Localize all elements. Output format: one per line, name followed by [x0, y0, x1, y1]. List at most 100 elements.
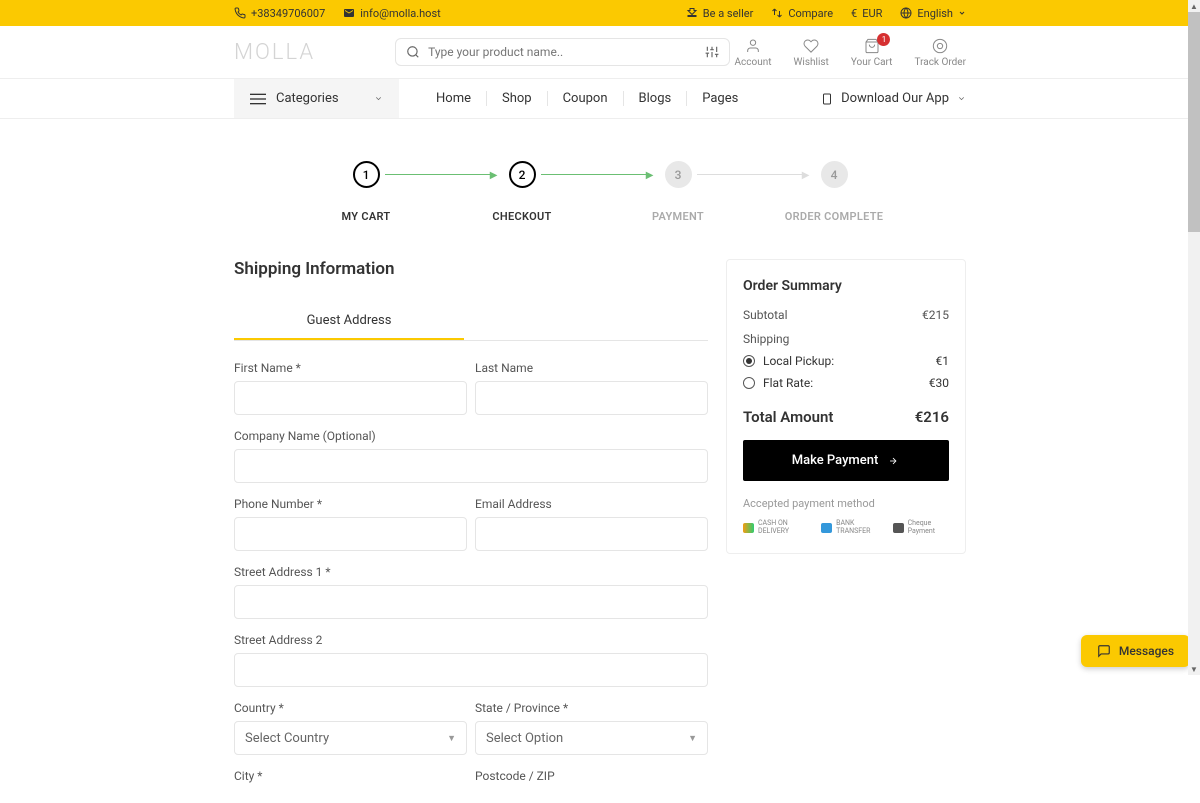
shipping-title: Shipping Information	[234, 259, 708, 279]
cart-link[interactable]: 1 Your Cart	[851, 37, 893, 68]
compare-icon	[771, 7, 783, 19]
state-select[interactable]: Select Option ▼	[475, 721, 708, 755]
scroll-up-icon[interactable]: ▲	[1188, 0, 1200, 12]
email-link[interactable]: info@molla.host	[343, 7, 441, 20]
order-summary: Order Summary Subtotal €215 Shipping Loc…	[726, 259, 966, 554]
chevron-down-icon	[957, 94, 966, 103]
mail-icon	[343, 7, 355, 19]
step-connector	[541, 174, 651, 175]
search-box[interactable]	[395, 38, 730, 66]
chat-icon	[1097, 644, 1111, 658]
street1-label: Street Address 1 *	[234, 565, 708, 579]
messages-button[interactable]: Messages	[1081, 635, 1190, 667]
arrow-icon: ▶	[802, 170, 810, 181]
scrollbar[interactable]: ▲ ▼	[1188, 0, 1200, 675]
company-input[interactable]	[234, 449, 708, 483]
option-label: Flat Rate:	[763, 376, 813, 390]
nav-coupon[interactable]: Coupon	[548, 91, 624, 106]
option-value: €30	[929, 376, 949, 390]
pm-label: Cheque Payment	[908, 520, 949, 535]
email-input[interactable]	[475, 517, 708, 551]
wishlist-label: Wishlist	[794, 57, 829, 68]
shipping-label: Shipping	[743, 332, 789, 346]
nav-blogs[interactable]: Blogs	[624, 91, 688, 106]
shipping-local-pickup[interactable]: Local Pickup: €1	[743, 350, 949, 372]
country-value: Select Country	[245, 731, 329, 746]
email-text: info@molla.host	[360, 7, 441, 20]
country-label: Country *	[234, 701, 467, 715]
street1-input[interactable]	[234, 585, 708, 619]
caret-down-icon: ▼	[447, 733, 456, 744]
summary-title: Order Summary	[743, 278, 949, 294]
cart-label: Your Cart	[851, 57, 893, 68]
categories-dropdown[interactable]: Categories	[234, 79, 399, 118]
scroll-down-icon[interactable]: ▼	[1188, 663, 1200, 675]
arrow-icon: ▶	[490, 170, 498, 181]
scroll-thumb[interactable]	[1188, 12, 1200, 232]
categories-label: Categories	[276, 91, 339, 106]
nav-pages[interactable]: Pages	[687, 91, 753, 106]
step-label: PAYMENT	[652, 210, 704, 223]
track-order-link[interactable]: Track Order	[914, 37, 966, 68]
phone-label: Phone Number *	[234, 497, 467, 511]
search-input[interactable]	[428, 45, 697, 59]
payment-cheque: Cheque Payment	[893, 520, 949, 535]
download-label: Download Our App	[841, 91, 949, 106]
step-label: ORDER COMPLETE	[785, 210, 884, 223]
logo-text: MOLLA	[234, 40, 315, 65]
account-link[interactable]: Account	[735, 37, 772, 68]
nav-home[interactable]: Home	[421, 91, 487, 106]
payment-methods: CASH ON DELIVERY BANK TRANSFER Cheque Pa…	[743, 520, 949, 535]
first-name-input[interactable]	[234, 381, 467, 415]
phone-link[interactable]: +38349706007	[234, 7, 325, 20]
nav-shop[interactable]: Shop	[487, 91, 548, 106]
step-label: CHECKOUT	[492, 210, 551, 223]
download-app-link[interactable]: Download Our App	[821, 91, 966, 107]
step-number: 2	[509, 161, 536, 188]
user-icon	[745, 38, 761, 54]
wishlist-link[interactable]: Wishlist	[794, 37, 829, 68]
street2-input[interactable]	[234, 653, 708, 687]
accepted-label: Accepted payment method	[743, 497, 949, 510]
search-icon	[406, 45, 420, 59]
be-seller-text: Be a seller	[703, 7, 754, 20]
step-label: MY CART	[341, 210, 390, 223]
phone-text: +38349706007	[251, 7, 325, 20]
phone-input[interactable]	[234, 517, 467, 551]
language-text: English	[917, 7, 953, 20]
track-icon	[932, 38, 948, 54]
globe-icon	[900, 7, 912, 19]
cart-badge: 1	[877, 33, 890, 46]
filter-icon[interactable]	[705, 45, 719, 59]
step-complete: 4 ORDER COMPLETE	[756, 161, 912, 223]
compare-text: Compare	[788, 7, 833, 20]
account-label: Account	[735, 57, 772, 68]
last-name-input[interactable]	[475, 381, 708, 415]
menu-icon	[250, 93, 266, 105]
be-seller-link[interactable]: Be a seller	[686, 7, 754, 20]
messages-label: Messages	[1119, 644, 1174, 658]
caret-down-icon: ▼	[688, 733, 697, 744]
country-select[interactable]: Select Country ▼	[234, 721, 467, 755]
logo[interactable]: MOLLA	[234, 40, 315, 65]
cheque-icon	[893, 523, 904, 533]
chevron-down-icon	[374, 94, 383, 103]
phone-icon	[234, 7, 246, 19]
make-payment-button[interactable]: Make Payment	[743, 440, 949, 481]
tab-guest-address[interactable]: Guest Address	[234, 303, 464, 340]
street2-label: Street Address 2	[234, 633, 708, 647]
euro-icon: €	[851, 7, 857, 20]
currency-selector[interactable]: € EUR	[851, 7, 882, 20]
arrow-right-icon	[886, 456, 900, 466]
state-value: Select Option	[486, 731, 563, 746]
shipping-flat-rate[interactable]: Flat Rate: €30	[743, 372, 949, 394]
step-checkout[interactable]: 2 CHECKOUT ▶	[444, 161, 600, 223]
shipping-form: Shipping Information Guest Address First…	[234, 259, 708, 803]
step-cart[interactable]: 1 MY CART ▶	[288, 161, 444, 223]
mobile-icon	[821, 91, 833, 107]
radio-icon	[743, 355, 755, 367]
language-selector[interactable]: English	[900, 7, 966, 20]
first-name-label: First Name *	[234, 361, 467, 375]
heart-icon	[803, 38, 819, 54]
compare-link[interactable]: Compare	[771, 7, 833, 20]
